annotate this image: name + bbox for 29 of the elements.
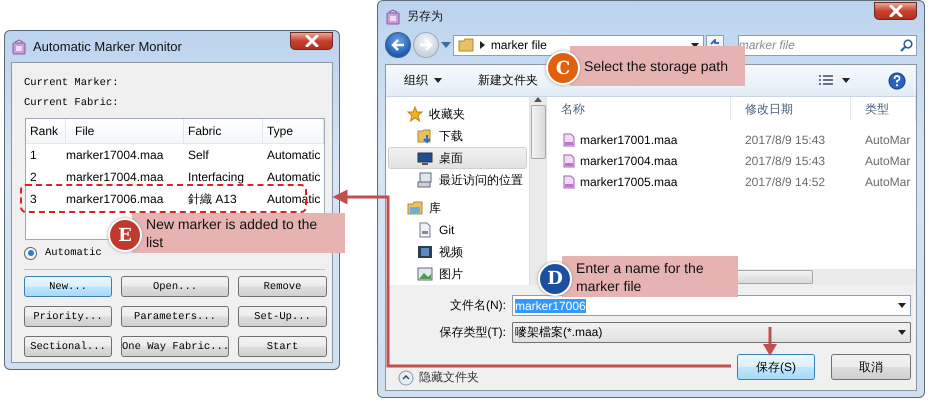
table-cell-text: marker17004.maa [66,148,164,162]
callout-tooltip: Enter a name for the marker file [562,256,738,297]
table-cell-text: Automatic [266,148,322,162]
table-cell-text: 2017/8/9 15:43 [744,154,826,168]
window-title: Automatic Marker Monitor [33,39,182,54]
table-cell-text: 2017/8/9 15:43 [744,132,826,146]
callout-tooltip: Select the storage path [570,46,745,86]
table-cell-text: marker17004.maa [66,170,164,184]
callout-tooltip: New marker is added to the list [132,213,345,253]
table-cell-text: AutoMar [864,154,912,168]
field-label: 保存类型(T): [438,324,506,341]
table-cell-text: marker17006.maa [66,192,164,206]
table-cell-text: AutoMar [864,132,912,146]
table-cell-text: 2017/8/9 14:52 [744,174,826,188]
address-text: marker file [490,38,548,52]
field-label: 文件名(N): [449,297,506,314]
radio-label: Automatic [45,247,102,259]
field-label: Current Fabric: [24,96,120,111]
table-cell-text: 1 [29,148,38,162]
window-title: 另存为 [407,8,443,25]
table-cell-text: 3 [29,192,38,206]
field-label: Current Marker: [24,76,120,91]
table-cell-text: Automatic [266,192,322,206]
table-cell-text: 針織 A13 [187,190,238,208]
table-cell-text: AutoMar [864,174,912,188]
table-cell-text: 2 [29,170,38,184]
table-cell-text: Automatic [266,170,322,184]
table-cell-text: Self [187,148,210,162]
table-cell-text: Interfacing [187,170,246,184]
